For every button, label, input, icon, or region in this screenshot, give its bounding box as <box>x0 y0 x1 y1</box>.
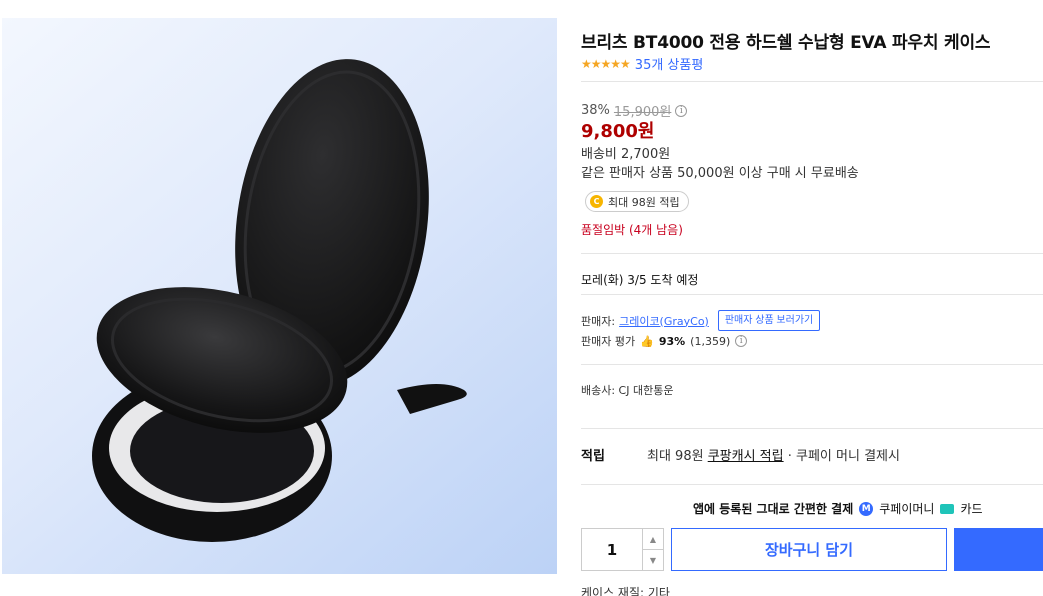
product-title: 브리츠 BT4000 전용 하드쉘 수납형 EVA 파우치 케이스 <box>581 33 991 53</box>
quantity-decrease-button[interactable]: ▼ <box>643 549 663 570</box>
points-label: 적립 <box>581 449 605 464</box>
review-count-link[interactable]: 35개 상품평 <box>635 54 704 73</box>
sale-price: 9,800원 <box>581 121 655 142</box>
card-label: 카드 <box>960 502 983 516</box>
quantity-increase-button[interactable]: ▲ <box>643 529 663 549</box>
points-suffix: · 쿠페이 머니 결제시 <box>787 449 900 464</box>
points-row: 적립 최대 98원 쿠팡캐시 적립 · 쿠페이 머니 결제시 <box>581 445 900 464</box>
payment-banner-text: 앱에 등록된 그대로 간편한 결제 <box>693 502 854 516</box>
divider <box>581 294 1043 295</box>
quantity-input[interactable] <box>582 529 642 570</box>
spec-item: 케이스 재질: 기타 <box>581 586 670 596</box>
info-circle-icon[interactable]: i <box>735 335 748 347</box>
coin-icon: C <box>590 195 603 208</box>
seller-name-link[interactable]: 그레이코(GrayCo) <box>619 313 709 329</box>
stock-notice: 품절임박 (4개 남음) <box>581 223 683 237</box>
reward-badge: C 최대 98원 적립 <box>585 191 689 212</box>
buy-now-button[interactable] <box>954 528 1043 571</box>
add-to-cart-button[interactable]: 장바구니 담기 <box>671 528 947 571</box>
seller-label: 판매자: <box>581 314 616 328</box>
divider <box>581 364 1043 365</box>
points-prefix: 최대 98원 <box>647 449 704 464</box>
payment-banner: 앱에 등록된 그대로 간편한 결제 M 쿠페이머니 카드 <box>693 500 983 517</box>
quantity-stepper: ▲ ▼ <box>581 528 664 571</box>
seller-products-button[interactable]: 판매자 상품 보러가기 <box>717 310 821 331</box>
rating-row: ★★★★★ 35개 상품평 <box>581 54 704 74</box>
discount-rate: 38% <box>581 103 610 118</box>
divider <box>581 253 1043 254</box>
divider <box>581 81 1043 82</box>
delivery-estimate: 모레(화) 3/5 도착 예정 <box>581 273 699 287</box>
seller-row: 판매자: 그레이코(GrayCo) 판매자 상품 보러가기 <box>581 310 821 331</box>
case-photo <box>92 59 467 542</box>
product-image[interactable] <box>2 18 557 574</box>
product-page: 브리츠 BT4000 전용 하드쉘 수납형 EVA 파우치 케이스 ★★★★★ … <box>0 0 1043 596</box>
coupay-money-label: 쿠페이머니 <box>879 502 935 516</box>
quantity-step-buttons: ▲ ▼ <box>642 529 663 570</box>
carrier-info: 배송사: CJ 대한통운 <box>581 384 674 397</box>
coupay-icon: M <box>859 501 874 516</box>
star-icon: ★★★★★ <box>581 56 631 71</box>
coupang-cash-link[interactable]: 쿠팡캐시 적립 <box>708 445 784 464</box>
seller-eval-percent: 93% <box>658 334 686 348</box>
card-icon <box>940 503 955 514</box>
free-shipping-condition: 같은 판매자 상품 50,000원 이상 구매 시 무료배송 <box>581 166 859 181</box>
seller-evaluation: 판매자 평가 👍 93% (1,359) i <box>581 333 748 349</box>
thumbs-up-icon: 👍 <box>640 334 654 348</box>
reward-label: 최대 98원 적립 <box>608 195 680 209</box>
shipping-fee: 배송비 2,700원 <box>581 147 671 162</box>
divider <box>581 484 1043 485</box>
seller-eval-count: (1,359) <box>690 334 731 348</box>
divider <box>581 428 1043 429</box>
info-circle-icon[interactable]: i <box>675 104 688 117</box>
seller-eval-label: 판매자 평가 <box>581 335 636 348</box>
